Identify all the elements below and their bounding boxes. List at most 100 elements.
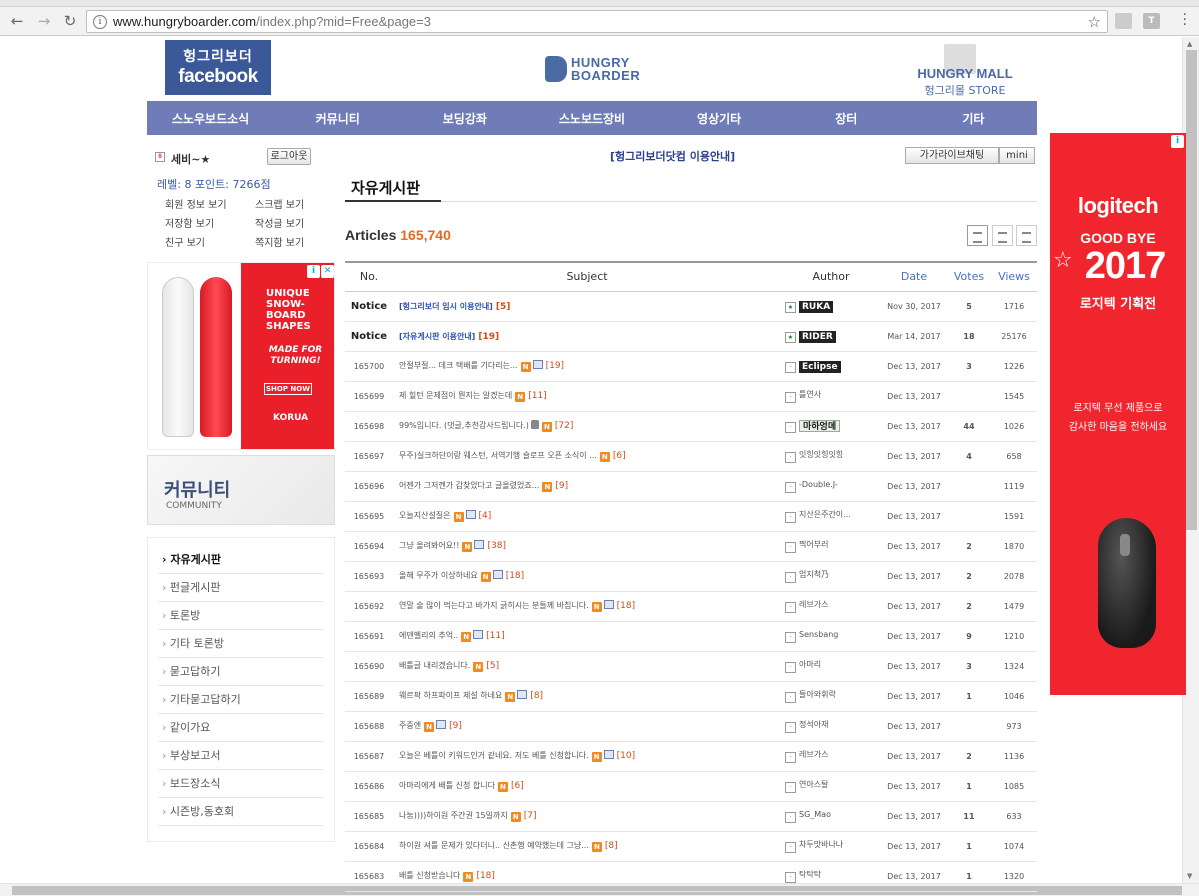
row-subject[interactable]: 오늘은 베틀이 키워드인거 같네요. 저도 베틀 신청합니다. N [10] xyxy=(393,741,781,772)
row-author[interactable]: ★ RUKA xyxy=(781,291,881,322)
subject-link[interactable]: [자유게시판 이용안내] xyxy=(399,332,475,341)
scroll-up-icon[interactable]: ▲ xyxy=(1187,40,1192,48)
sidebar-item[interactable]: 같이가요 xyxy=(158,714,324,742)
info-icon[interactable]: i xyxy=(93,14,107,29)
nav-item[interactable]: 커뮤니티 xyxy=(274,101,401,135)
table-row[interactable]: 165686 아마리에게 배틀 신청 합니다 N [6] · 연아스탈 Dec 13, 20… xyxy=(345,771,1037,802)
row-author[interactable]: · -Double.J- xyxy=(781,471,881,502)
hungry-mall-logo[interactable]: HUNGRY MALL 헝그리몰 STORE xyxy=(910,44,1020,97)
nav-item[interactable]: 보딩강좌 xyxy=(401,101,528,135)
bookmark-star-icon[interactable]: ☆ xyxy=(1088,13,1101,31)
table-row[interactable]: 165687 오늘은 베틀이 키워드인거 같네요. 저도 베틀 신청합니다. N [1… xyxy=(345,741,1037,772)
subject-link[interactable]: 올해 무주가 이상하네요 xyxy=(399,571,478,580)
comment-count[interactable]: [5] xyxy=(486,661,499,671)
row-subject[interactable]: 연말 술 많이 먹는다고 바가지 긁히시는 분들께 바칩니다. N [18] xyxy=(393,591,781,622)
row-author[interactable]: ★ RIDER xyxy=(781,321,881,352)
table-row[interactable]: 165691 에덴벨리의 추억.. N [11] · Sensbang Dec 13, 20… xyxy=(345,621,1037,652)
mini-chat-button[interactable]: mini xyxy=(999,147,1035,164)
table-row[interactable]: 165684 하이원 셔틀 문제가 있다더니.. 신촌행 예약했는데 그냥... N… xyxy=(345,831,1037,862)
comment-count[interactable]: [9] xyxy=(555,481,568,491)
sidebar-item[interactable]: 토론방 xyxy=(158,602,324,630)
comment-count[interactable]: [8] xyxy=(530,691,543,701)
row-author[interactable]: · 아마리 xyxy=(781,651,881,682)
extension-icon[interactable] xyxy=(1115,13,1132,29)
comment-count[interactable]: [9] xyxy=(449,721,462,731)
author-name[interactable]: Sensbang xyxy=(799,630,838,639)
row-subject[interactable]: 올해 무주가 이상하네요 N [18] xyxy=(393,561,781,592)
live-chat-button[interactable]: 가가라이브채팅 xyxy=(905,147,999,164)
row-subject[interactable]: 오늘지산설질은 N [4] xyxy=(393,501,781,532)
subject-link[interactable]: 아마리에게 배틀 신청 합니다 xyxy=(399,781,495,790)
row-subject[interactable]: [자유게시판 이용안내] [19] xyxy=(393,321,781,352)
author-name[interactable]: 연아스탈 xyxy=(799,780,828,789)
ad-close-icon[interactable]: ✕ xyxy=(321,265,334,278)
row-subject[interactable]: 아마리에게 배틀 신청 합니다 N [6] xyxy=(393,771,781,802)
table-row[interactable]: 165697 무주)실크하단이랑 웨스턴, 서역기행 슬로프 오픈 소식이 ...… xyxy=(345,441,1037,472)
table-row[interactable]: 165688 주중엔 N [9] · 정석아재 Dec 13, 2017 973 xyxy=(345,711,1037,742)
nav-item[interactable]: 스노우보드소식 xyxy=(147,101,274,135)
gallery-view-icon[interactable] xyxy=(1016,225,1037,246)
row-subject[interactable]: 웨르팍 하프파이프 제설 하네요 N [8] xyxy=(393,681,781,712)
forward-icon[interactable]: → xyxy=(33,10,55,32)
author-name[interactable]: 차두맛바나나 xyxy=(799,840,843,849)
col-views[interactable]: Views xyxy=(991,262,1037,292)
table-row[interactable]: 165693 올해 무주가 이상하네요 N [18] · 엄지척乃 Dec 13, 2017… xyxy=(345,561,1037,592)
community-banner[interactable]: 커뮤니티 COMMUNITY xyxy=(147,455,335,525)
author-name[interactable]: RUKA xyxy=(799,300,834,313)
table-row[interactable]: 165689 웨르팍 하프파이프 제설 하네요 N [8] · 들아와휘락 Dec 13, … xyxy=(345,681,1037,712)
subject-link[interactable]: 나눔))))하이원 주간권 15일까지 xyxy=(399,811,508,820)
row-author[interactable]: · 들아와휘락 xyxy=(781,681,881,712)
nav-item[interactable]: 장터 xyxy=(783,101,910,135)
facebook-banner[interactable]: 헝그리보더 facebook xyxy=(165,40,271,95)
row-author[interactable]: · 틀연사 xyxy=(781,381,881,412)
comment-count[interactable]: [19] xyxy=(546,361,564,371)
sidebar-item[interactable]: 펀글게시판 xyxy=(158,574,324,602)
row-subject[interactable]: 하이원 셔틀 문제가 있다더니.. 신촌행 예약했는데 그냥... N [8] xyxy=(393,831,781,862)
table-row[interactable]: 165695 오늘지산설질은 N [4] · 지산은주간이... Dec 13, 2017 1… xyxy=(345,501,1037,532)
my-posts-link[interactable]: 작성글 보기 xyxy=(255,215,325,230)
subject-link[interactable]: 하이원 셔틀 문제가 있다더니.. 신촌행 예약했는데 그냥... xyxy=(399,841,589,850)
comment-count[interactable]: [5] xyxy=(496,302,511,312)
subject-link[interactable]: 에덴벨리의 추억.. xyxy=(399,631,458,640)
friends-link[interactable]: 친구 보기 xyxy=(165,234,255,249)
subject-link[interactable]: 오늘은 베틀이 키워드인거 같네요. 저도 베틀 신청합니다. xyxy=(399,751,589,760)
scrap-link[interactable]: 스크랩 보기 xyxy=(255,196,325,211)
row-subject[interactable]: 에덴벨리의 추억.. N [11] xyxy=(393,621,781,652)
ad-choices-icon[interactable]: i xyxy=(307,265,320,278)
row-subject[interactable]: 배틀 신청받습니다 N [18] xyxy=(393,861,781,892)
subject-link[interactable]: 99%입니다. (댓글,추천감사드립니다.) xyxy=(399,421,529,430)
table-row[interactable]: Notice [헝그리보더 임시 이용안내] [5] ★ RUKA Nov 30, 201… xyxy=(345,291,1037,322)
row-author[interactable]: · 연아스탈 xyxy=(781,771,881,802)
comment-count[interactable]: [19] xyxy=(478,332,499,342)
author-name[interactable]: 정석아재 xyxy=(799,720,828,729)
menu-icon[interactable]: · · · xyxy=(1183,8,1187,32)
sidebar-item[interactable]: 기타 토론방 xyxy=(158,630,324,658)
author-name[interactable]: -Double.J- xyxy=(799,480,838,489)
nav-item[interactable]: 기타 xyxy=(910,101,1037,135)
table-row[interactable]: Notice [자유게시판 이용안내] [19] ★ RIDER Mar 14, 2017… xyxy=(345,321,1037,352)
row-subject[interactable]: 그냥 올려봐어요!! N [38] xyxy=(393,531,781,562)
author-name[interactable]: 잇힝잇힝잇힝 xyxy=(799,450,843,459)
site-notice-link[interactable]: [헝그리보더닷컴 이용안내] xyxy=(610,148,735,164)
author-name[interactable]: 레브가스 xyxy=(799,750,828,759)
row-subject[interactable]: 제 힐턴 문제점이 뭔지는 알겠는데 N [11] xyxy=(393,381,781,412)
comment-count[interactable]: [7] xyxy=(524,811,537,821)
row-subject[interactable]: 안절부절... 데크 택배를 기다리는... N [19] xyxy=(393,351,781,382)
subject-link[interactable]: 어젠가 그저껜가 갑찾았다고 글올렸었죠... xyxy=(399,481,539,490)
list-view-icon[interactable] xyxy=(967,225,988,246)
sidebar-item[interactable]: 시즌방,동호회 xyxy=(158,798,324,826)
comment-count[interactable]: [6] xyxy=(511,781,524,791)
author-name[interactable]: 지산은주간이... xyxy=(799,510,851,519)
member-info-link[interactable]: 회원 정보 보기 xyxy=(165,196,255,211)
table-row[interactable]: 165698 99%입니다. (댓글,추천감사드립니다.) N [72] · 마하엉뎨 De… xyxy=(345,411,1037,442)
row-subject[interactable]: 무주)실크하단이랑 웨스턴, 서역기행 슬로프 오픈 소식이 ... N [6] xyxy=(393,441,781,472)
address-bar[interactable]: i www.hungryboarder.com/index.php?mid=Fr… xyxy=(86,10,1108,33)
row-subject[interactable]: 나눔))))하이원 주간권 15일까지 N [7] xyxy=(393,801,781,832)
author-name[interactable]: 아마리 xyxy=(799,660,821,669)
author-name[interactable]: 탁탁탁 xyxy=(799,870,821,879)
scroll-down-icon[interactable]: ▼ xyxy=(1187,872,1192,880)
ad-choices-icon[interactable]: i xyxy=(1171,135,1184,148)
comment-count[interactable]: [11] xyxy=(528,391,546,401)
subject-link[interactable]: 무주)실크하단이랑 웨스턴, 서역기행 슬로프 오픈 소식이 ... xyxy=(399,451,597,460)
subject-link[interactable]: 오늘지산설질은 xyxy=(399,511,451,520)
